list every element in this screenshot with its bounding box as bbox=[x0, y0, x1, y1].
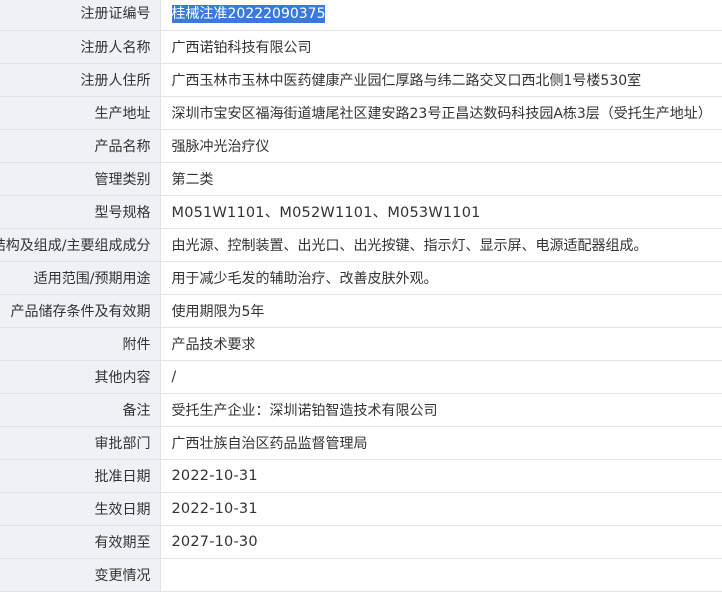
field-value-cell: 强脉冲光治疗仪 bbox=[160, 129, 722, 163]
field-value-cell: 使用期限为5年 bbox=[160, 294, 722, 328]
field-label: 审批部门 bbox=[94, 435, 151, 452]
field-value-cell: 广西诺铂科技有限公司 bbox=[160, 30, 722, 64]
field-value-cell bbox=[160, 558, 722, 592]
field-label-cell: 适用范围/预期用途 bbox=[0, 261, 161, 295]
field-value-cell: 2027-10-30 bbox=[160, 525, 722, 559]
record-row: 型号规格 M051W1101、M052W1101、M053W1101 bbox=[0, 195, 722, 229]
field-value-cell: 桂械注准20222090375 bbox=[160, 0, 722, 31]
field-label: 备注 bbox=[122, 402, 151, 419]
field-label: 适用范围/预期用途 bbox=[33, 270, 151, 287]
field-label: 结构及组成/主要组成成分 bbox=[0, 237, 151, 254]
record-row: 管理类别 第二类 bbox=[0, 162, 722, 196]
field-label-cell: 注册人名称 bbox=[0, 30, 161, 64]
field-label-cell: 审批部门 bbox=[0, 426, 161, 460]
record-row: 注册人住所 广西玉林市玉林中医药健康产业园仁厚路与纬二路交叉口西北侧1号楼530室 bbox=[0, 63, 722, 97]
record-row: 附件 产品技术要求 bbox=[0, 327, 722, 361]
field-label: 注册人名称 bbox=[80, 39, 151, 56]
field-label-cell: 其他内容 bbox=[0, 360, 161, 394]
field-value[interactable]: 用于减少毛发的辅助治疗、改善皮肤外观。 bbox=[172, 271, 438, 287]
field-value[interactable]: 广西玉林市玉林中医药健康产业园仁厚路与纬二路交叉口西北侧1号楼530室 bbox=[172, 73, 642, 89]
field-label: 产品名称 bbox=[94, 138, 151, 155]
field-label: 管理类别 bbox=[94, 171, 151, 188]
record-row: 产品储存条件及有效期 使用期限为5年 bbox=[0, 294, 722, 328]
field-value[interactable]: / bbox=[172, 369, 177, 385]
record-row: 其他内容 / bbox=[0, 360, 722, 394]
field-label-cell: 生效日期 bbox=[0, 492, 161, 526]
field-label: 生产地址 bbox=[94, 105, 151, 122]
field-label-cell: 注册人住所 bbox=[0, 63, 161, 97]
record-row: 生产地址 深圳市宝安区福海街道塘尾社区建安路23号正昌达数码科技园A栋3层（受托生… bbox=[0, 96, 722, 130]
field-label: 批准日期 bbox=[94, 468, 151, 485]
field-value-cell: M051W1101、M052W1101、M053W1101 bbox=[160, 195, 722, 229]
field-label: 生效日期 bbox=[94, 501, 151, 518]
field-value-cell: 广西玉林市玉林中医药健康产业园仁厚路与纬二路交叉口西北侧1号楼530室 bbox=[160, 63, 722, 97]
field-label-cell: 备注 bbox=[0, 393, 161, 427]
record-row: 变更情况 bbox=[0, 558, 722, 592]
record-row: 批准日期 2022-10-31 bbox=[0, 459, 722, 493]
field-value-cell: 2022-10-31 bbox=[160, 492, 722, 526]
field-value[interactable]: 2022-10-31 bbox=[172, 468, 258, 484]
record-table-body: 注册证编号 桂械注准20222090375 注册人名称 广西诺铂科技有限公司注册人住所… bbox=[0, 0, 722, 592]
record-row: 产品名称 强脉冲光治疗仪 bbox=[0, 129, 722, 163]
field-value-cell: 深圳市宝安区福海街道塘尾社区建安路23号正昌达数码科技园A栋3层（受托生产地址） bbox=[160, 96, 722, 130]
field-value-cell: 受托生产企业：深圳诺铂智造技术有限公司 bbox=[160, 393, 722, 427]
record-row: 注册人名称 广西诺铂科技有限公司 bbox=[0, 30, 722, 64]
record-row: 适用范围/预期用途 用于减少毛发的辅助治疗、改善皮肤外观。 bbox=[0, 261, 722, 295]
field-label: 产品储存条件及有效期 bbox=[10, 303, 151, 320]
record-row: 备注 受托生产企业：深圳诺铂智造技术有限公司 bbox=[0, 393, 722, 427]
field-label-cell: 管理类别 bbox=[0, 162, 161, 196]
field-label-cell: 注册证编号 bbox=[0, 0, 161, 31]
field-value-cell: / bbox=[160, 360, 722, 394]
field-label: 注册人住所 bbox=[80, 72, 151, 89]
field-value-cell: 由光源、控制装置、出光口、出光按键、指示灯、显示屏、电源适配器组成。 bbox=[160, 228, 722, 262]
field-value[interactable]: 广西壮族自治区药品监督管理局 bbox=[172, 436, 368, 452]
field-label: 变更情况 bbox=[94, 567, 151, 584]
field-value-cell: 2022-10-31 bbox=[160, 459, 722, 493]
field-value[interactable]: 2022-10-31 bbox=[172, 501, 258, 517]
field-value[interactable]: 2027-10-30 bbox=[172, 534, 258, 550]
field-label: 型号规格 bbox=[94, 204, 151, 221]
field-value[interactable]: 强脉冲光治疗仪 bbox=[172, 139, 270, 155]
field-label-cell: 型号规格 bbox=[0, 195, 161, 229]
record-row: 生效日期 2022-10-31 bbox=[0, 492, 722, 526]
field-label: 注册证编号 bbox=[80, 6, 151, 23]
field-value-cell: 广西壮族自治区药品监督管理局 bbox=[160, 426, 722, 460]
field-label: 有效期至 bbox=[94, 534, 151, 551]
field-value[interactable]: 产品技术要求 bbox=[172, 337, 256, 353]
field-label-cell: 批准日期 bbox=[0, 459, 161, 493]
field-value-cell: 第二类 bbox=[160, 162, 722, 196]
field-value-selected[interactable]: 桂械注准20222090375 bbox=[171, 5, 326, 24]
field-value[interactable]: 深圳市宝安区福海街道塘尾社区建安路23号正昌达数码科技园A栋3层（受托生产地址） bbox=[172, 106, 712, 122]
field-value[interactable]: 第二类 bbox=[172, 172, 214, 188]
field-label-cell: 结构及组成/主要组成成分 bbox=[0, 228, 161, 262]
field-label-cell: 生产地址 bbox=[0, 96, 161, 130]
field-label-cell: 附件 bbox=[0, 327, 161, 361]
record-row: 注册证编号 桂械注准20222090375 bbox=[0, 0, 722, 31]
field-value-cell: 产品技术要求 bbox=[160, 327, 722, 361]
field-value[interactable]: 受托生产企业：深圳诺铂智造技术有限公司 bbox=[172, 403, 438, 419]
field-value[interactable]: 使用期限为5年 bbox=[172, 304, 265, 320]
field-value[interactable]: M051W1101、M052W1101、M053W1101 bbox=[172, 205, 481, 221]
field-value[interactable]: 广西诺铂科技有限公司 bbox=[172, 40, 312, 56]
field-label-cell: 产品储存条件及有效期 bbox=[0, 294, 161, 328]
registration-record-table: 注册证编号 桂械注准20222090375 注册人名称 广西诺铂科技有限公司注册人住所… bbox=[0, 0, 722, 592]
field-label-cell: 有效期至 bbox=[0, 525, 161, 559]
field-label: 附件 bbox=[122, 336, 151, 353]
record-row: 结构及组成/主要组成成分 由光源、控制装置、出光口、出光按键、指示灯、显示屏、电源… bbox=[0, 228, 722, 262]
record-row: 审批部门 广西壮族自治区药品监督管理局 bbox=[0, 426, 722, 460]
field-value[interactable]: 由光源、控制装置、出光口、出光按键、指示灯、显示屏、电源适配器组成。 bbox=[172, 238, 648, 254]
record-row: 有效期至 2027-10-30 bbox=[0, 525, 722, 559]
field-value-cell: 用于减少毛发的辅助治疗、改善皮肤外观。 bbox=[160, 261, 722, 295]
field-label-cell: 变更情况 bbox=[0, 558, 161, 592]
field-label-cell: 产品名称 bbox=[0, 129, 161, 163]
field-label: 其他内容 bbox=[94, 369, 151, 386]
